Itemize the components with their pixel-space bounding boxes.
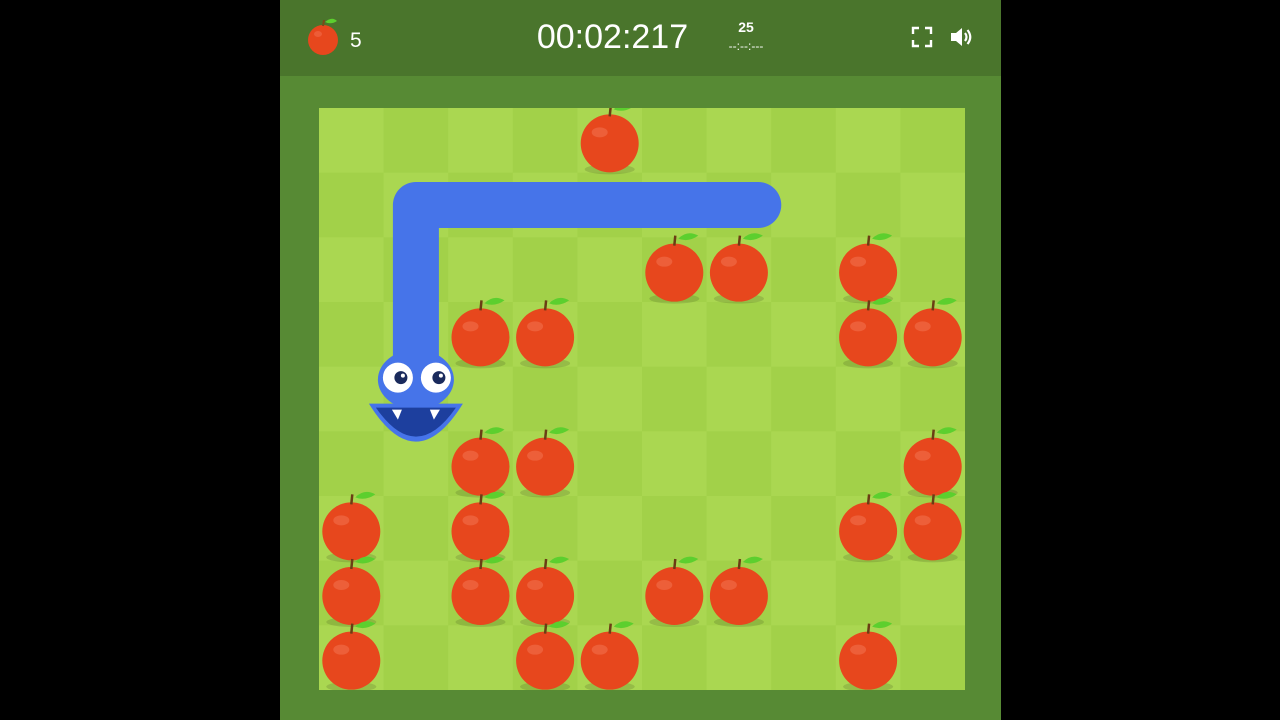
game-frame: 5 00:02:217 25 --:--:--- xyxy=(280,0,1001,720)
board-cell xyxy=(642,108,708,174)
board-cell xyxy=(383,560,449,626)
board-cell xyxy=(771,108,837,174)
board-cell xyxy=(642,625,708,690)
board-cell xyxy=(512,366,578,432)
board-cell xyxy=(706,496,772,562)
fullscreen-icon[interactable] xyxy=(909,24,935,50)
board-cell xyxy=(706,366,772,432)
board-cell xyxy=(835,431,901,497)
board-cell xyxy=(577,302,643,368)
best-time: --:--:--- xyxy=(728,39,764,53)
board-cell xyxy=(642,496,708,562)
board-cell xyxy=(512,496,578,562)
board-cell xyxy=(771,625,837,690)
board-cell xyxy=(900,237,965,303)
board-cell xyxy=(706,625,772,690)
board-cell xyxy=(642,366,708,432)
board-cell xyxy=(835,172,901,238)
board-cell xyxy=(448,366,514,432)
board-cell xyxy=(512,108,578,174)
game-board[interactable] xyxy=(319,108,965,690)
header-bar: 5 00:02:217 25 --:--:--- xyxy=(280,0,1001,76)
board-cell xyxy=(448,625,514,690)
board-cell xyxy=(771,366,837,432)
board-cell xyxy=(771,496,837,562)
board-cell xyxy=(319,431,385,497)
board-cell xyxy=(642,302,708,368)
score-counter: 5 xyxy=(350,29,362,52)
board-cell xyxy=(900,366,965,432)
board-cell xyxy=(577,237,643,303)
board-cell xyxy=(835,366,901,432)
best-score: 25 xyxy=(738,19,754,35)
board-cell xyxy=(448,108,514,174)
board-cell xyxy=(319,172,385,238)
board-cell xyxy=(900,108,965,174)
board-cell xyxy=(383,625,449,690)
board-cell xyxy=(577,366,643,432)
apple-icon xyxy=(308,18,338,55)
board-cell xyxy=(319,237,385,303)
board-cell xyxy=(448,237,514,303)
board-cell xyxy=(642,431,708,497)
board-cell xyxy=(706,302,772,368)
board-cell xyxy=(835,108,901,174)
board-cell xyxy=(706,431,772,497)
board-cell xyxy=(771,302,837,368)
board-cell xyxy=(771,237,837,303)
board-cell xyxy=(577,496,643,562)
board-cell xyxy=(900,560,965,626)
board-cell xyxy=(835,560,901,626)
game-timer: 00:02:217 xyxy=(536,18,689,56)
board-cell xyxy=(900,172,965,238)
board-cell xyxy=(771,560,837,626)
board-cell xyxy=(577,431,643,497)
board-cell xyxy=(512,237,578,303)
board-cell xyxy=(577,560,643,626)
board-cell xyxy=(319,366,385,432)
board-cell xyxy=(771,431,837,497)
sound-icon[interactable] xyxy=(948,24,974,50)
board-cell xyxy=(383,496,449,562)
board-cell xyxy=(319,108,385,174)
board-cell xyxy=(706,108,772,174)
board-cell xyxy=(900,625,965,690)
board-cell xyxy=(319,302,385,368)
board-cell xyxy=(383,108,449,174)
